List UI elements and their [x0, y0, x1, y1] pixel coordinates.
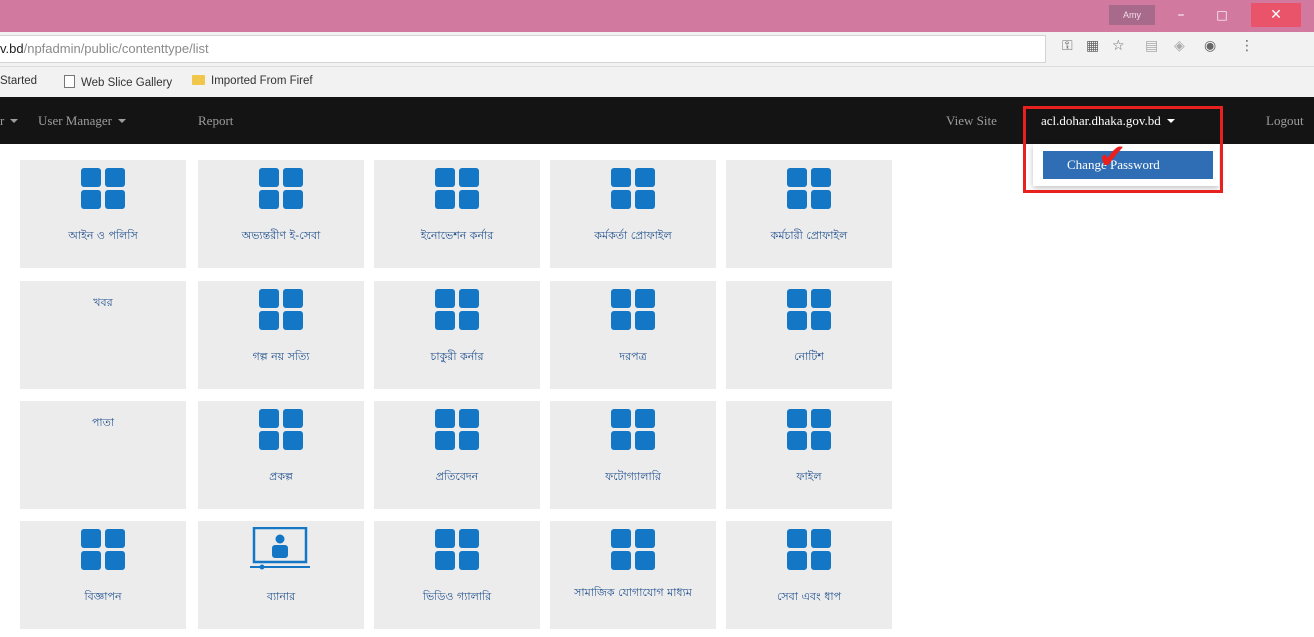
tile[interactable]: পাতা	[20, 401, 186, 509]
address-bar: v.bd/npfadmin/public/contenttype/list ⚿ …	[0, 32, 1314, 67]
bookmark-item[interactable]: Imported From Firef	[192, 75, 313, 87]
profile-chip[interactable]: Amy	[1109, 5, 1155, 25]
browser-title-bar: Amy – □ ✕	[0, 0, 1314, 32]
bookmark-item[interactable]: Web Slice Gallery	[64, 75, 172, 89]
grid-icon	[435, 529, 479, 571]
nav-label: r	[0, 113, 5, 128]
check-mark-icon: ✔	[1098, 137, 1127, 177]
nav-item-logout[interactable]: Logout	[1266, 113, 1304, 129]
tile-label: খবর	[93, 296, 113, 309]
tile[interactable]: কর্মচারী প্রোফাইল	[726, 160, 892, 268]
tile-label: প্রকল্প	[269, 470, 293, 483]
bookmark-label: Imported From Firef	[211, 75, 313, 87]
grid-icon	[787, 409, 831, 451]
grid-icon	[435, 409, 479, 451]
bookmark-label: Started	[0, 75, 38, 87]
folder-icon	[192, 75, 205, 85]
tile-label: অভ্যন্তরীণ ই-সেবা	[241, 229, 321, 242]
grid-icon	[259, 409, 303, 451]
extension-icon[interactable]: ◈	[1174, 38, 1185, 54]
tile-label: ইনোভেশন কর্নার	[420, 229, 494, 242]
tile[interactable]: সামাজিক যোগাযোগ মাধ্যম	[550, 521, 716, 629]
grid-icon	[611, 168, 655, 210]
star-icon[interactable]: ☆	[1112, 38, 1125, 54]
grid-icon	[259, 168, 303, 210]
tile-label: আইন ও পলিসি	[68, 229, 138, 242]
menu-icon[interactable]: ⋮	[1240, 38, 1254, 54]
url-path: /npfadmin/public/contenttype/list	[23, 41, 209, 56]
caret-down-icon	[118, 119, 126, 123]
close-button[interactable]: ✕	[1251, 3, 1301, 27]
maximize-button[interactable]: □	[1202, 3, 1242, 27]
tile[interactable]: খবর	[20, 281, 186, 389]
tile[interactable]: প্রকল্প	[198, 401, 364, 509]
tile[interactable]: সেবা এবং ধাপ	[726, 521, 892, 629]
grid-icon	[611, 409, 655, 451]
caret-down-icon	[10, 119, 19, 123]
grid-icon	[611, 289, 655, 331]
grid-icon	[787, 289, 831, 331]
tile[interactable]: গল্প নয় সত্যি	[198, 281, 364, 389]
tile-label: দরপত্র	[619, 350, 647, 363]
nav-item-user-manager[interactable]: User Manager	[38, 113, 126, 129]
tile[interactable]: দরপত্র	[550, 281, 716, 389]
grid-icon	[435, 289, 479, 331]
tile-label: কর্মচারী প্রোফাইল	[770, 229, 848, 242]
nav-item-report[interactable]: Report	[198, 113, 233, 129]
tile-label: ভিডিও গ্যালারি	[422, 590, 492, 603]
tile[interactable]: বিজ্ঞাপন	[20, 521, 186, 629]
tile[interactable]: ভিডিও গ্যালারি	[374, 521, 540, 629]
page-icon	[64, 75, 75, 88]
tile-label: নোটিশ	[794, 350, 824, 363]
grid-icon	[787, 529, 831, 571]
tile-label: সেবা এবং ধাপ	[776, 590, 842, 603]
tile[interactable]: ইনোভেশন কর্নার	[374, 160, 540, 268]
tile[interactable]: ফটোগ্যালারি	[550, 401, 716, 509]
nav-label: User Manager	[38, 113, 112, 128]
tile-label: পাতা	[91, 416, 115, 429]
tile-label: বিজ্ঞাপন	[84, 590, 122, 603]
tile-label: প্রতিবেদন	[435, 470, 479, 483]
tile-label: সামাজিক যোগাযোগ মাধ্যম	[574, 586, 692, 599]
tile-label: ফটোগ্যালারি	[605, 470, 661, 483]
key-icon[interactable]: ⚿	[1062, 38, 1073, 54]
tile[interactable]: ব্যানার	[198, 521, 364, 629]
grid-icon	[435, 168, 479, 210]
tile[interactable]: নোটিশ	[726, 281, 892, 389]
nav-item-menu[interactable]: r	[0, 113, 19, 129]
tile[interactable]: চাকুরী কর্নার	[374, 281, 540, 389]
grid-icon	[81, 168, 125, 210]
bookmarks-bar: Started Web Slice Gallery Imported From …	[0, 67, 1314, 97]
nav-item-view-site[interactable]: View Site	[946, 113, 997, 129]
bookmark-label: Web Slice Gallery	[81, 77, 173, 89]
tile[interactable]: কর্মকর্তা প্রোফাইল	[550, 160, 716, 268]
banner-icon	[250, 527, 310, 570]
bookmark-item[interactable]: Started	[0, 75, 37, 87]
tile-label: ফাইল	[796, 470, 822, 483]
grid-icon	[611, 529, 655, 571]
tile[interactable]: আইন ও পলিসি	[20, 160, 186, 268]
tile[interactable]: ফাইল	[726, 401, 892, 509]
url-host: v.bd	[0, 41, 24, 56]
grid-icon	[81, 529, 125, 571]
translate-icon[interactable]: ▦	[1086, 38, 1099, 54]
tile-label: ব্যানার	[266, 590, 296, 603]
extension-icon[interactable]: ▤	[1145, 38, 1158, 54]
grid-icon	[259, 289, 303, 331]
grid-icon	[787, 168, 831, 210]
extension-icon[interactable]: ◉	[1204, 38, 1216, 54]
tile-label: কর্মকর্তা প্রোফাইল	[594, 229, 672, 242]
minimize-button[interactable]: –	[1161, 3, 1201, 27]
tile[interactable]: প্রতিবেদন	[374, 401, 540, 509]
url-input[interactable]: v.bd/npfadmin/public/contenttype/list	[0, 35, 1046, 63]
tile-label: গল্প নয় সত্যি	[252, 350, 310, 363]
tile[interactable]: অভ্যন্তরীণ ই-সেবা	[198, 160, 364, 268]
tile-label: চাকুরী কর্নার	[430, 350, 484, 363]
